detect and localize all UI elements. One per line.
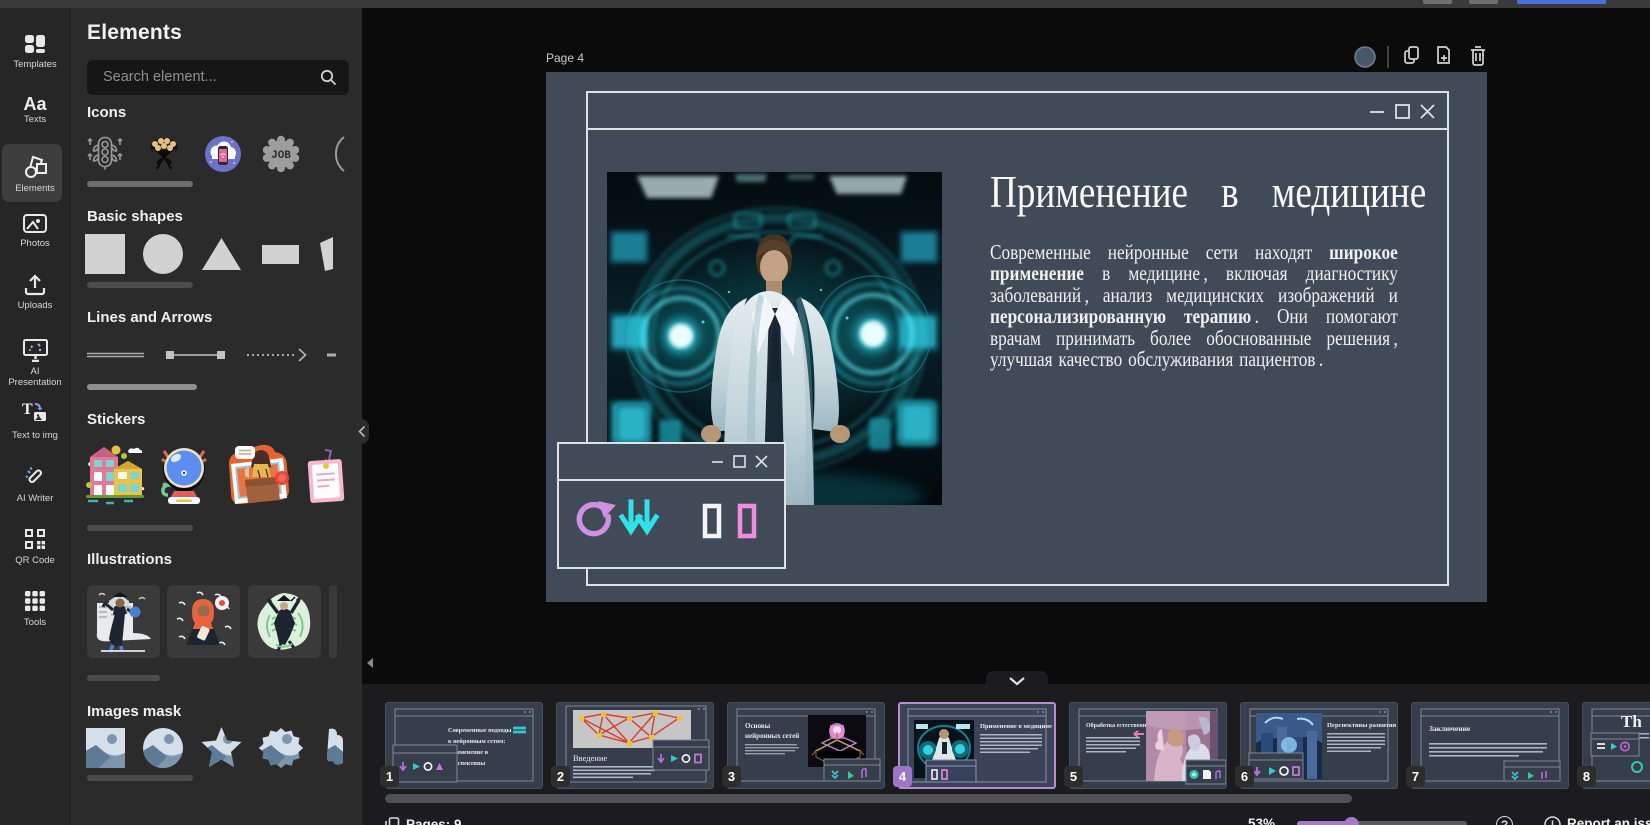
- svg-text:к нейронным сетям:: к нейронным сетям:: [448, 738, 505, 745]
- svg-text:Основы: Основы: [745, 722, 771, 730]
- svg-text:Перспективы развития: Перспективы развития: [1327, 722, 1397, 729]
- svg-text:Заключение: Заключение: [1429, 724, 1471, 733]
- svg-text:JOB: JOB: [271, 150, 291, 162]
- svg-text:Th: Th: [1621, 712, 1642, 731]
- svg-text:Введение: Введение: [573, 753, 607, 763]
- svg-text:Применение в медицине: Применение в медицине: [980, 723, 1052, 730]
- svg-text:T: T: [22, 401, 33, 418]
- svg-text:Современные подходы: Современные подходы: [448, 727, 512, 734]
- svg-text:нейронных сетей: нейронных сетей: [745, 732, 799, 740]
